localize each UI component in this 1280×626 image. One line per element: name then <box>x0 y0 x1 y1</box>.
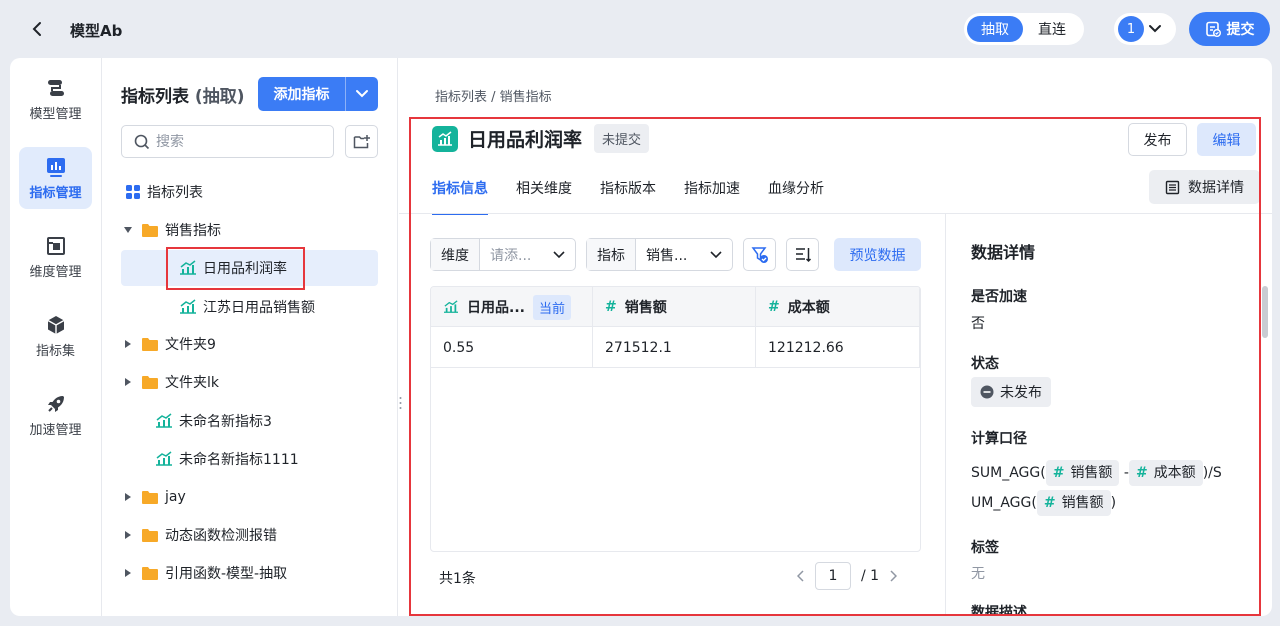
side-nav: 模型管理 指标管理 维度管理 指标集 加速管理 <box>10 58 102 616</box>
tree-item-label: 未命名新指标1111 <box>179 452 299 468</box>
breadcrumb: 指标列表 / 销售指标 <box>435 90 552 105</box>
submit-label: 提交 <box>1226 22 1255 38</box>
scrollbar[interactable] <box>1262 286 1268 338</box>
app-title: 模型Ab <box>70 22 123 40</box>
nav-label: 维度管理 <box>29 264 82 280</box>
metric-chart-icon <box>46 157 65 177</box>
tree-item-label: 江苏日用品销售额 <box>203 300 315 316</box>
add-metric-dropdown[interactable] <box>345 77 378 111</box>
search-icon <box>134 134 150 149</box>
tree-item-metric[interactable]: 未命名新指标3 <box>121 403 378 439</box>
nav-item-metric[interactable]: 指标管理 <box>19 147 92 209</box>
dimension-icon <box>46 236 65 255</box>
folder-icon <box>141 375 159 390</box>
folder-icon <box>141 223 159 238</box>
mode-extract-option[interactable]: 抽取 <box>967 16 1023 42</box>
folder-icon <box>141 490 159 505</box>
folder-icon <box>141 337 159 352</box>
tree-item-metric-list[interactable]: 指标列表 <box>121 174 378 210</box>
tree-item-folder[interactable]: 引用函数-模型-抽取 <box>121 555 378 591</box>
chevron-left-icon <box>32 22 41 36</box>
tree-title: 指标列表 (抽取) <box>121 82 244 107</box>
annotation-box <box>409 117 1261 616</box>
metric-trend-icon <box>155 451 173 467</box>
folder-icon <box>141 528 159 543</box>
caret-right-icon[interactable] <box>121 530 135 540</box>
nav-item-dimension[interactable]: 维度管理 <box>19 226 92 288</box>
nav-label: 指标集 <box>35 343 75 359</box>
back-button[interactable] <box>26 16 48 42</box>
tree-item-folder[interactable]: 文件夹9 <box>121 326 378 362</box>
submit-doc-icon <box>1205 21 1221 37</box>
new-folder-button[interactable] <box>345 125 378 158</box>
tree-item-label: 文件夹9 <box>165 337 216 353</box>
nav-label: 模型管理 <box>29 106 82 122</box>
tree-item-label: jay <box>165 489 186 505</box>
chevron-down-icon <box>1149 25 1161 33</box>
tree-item-label: 销售指标 <box>165 223 221 239</box>
nav-item-metric-set[interactable]: 指标集 <box>19 305 92 367</box>
selection-highlight <box>166 247 305 290</box>
submit-button[interactable]: 提交 <box>1189 12 1270 46</box>
tree-item-label: 未命名新指标3 <box>179 414 272 430</box>
user-badge: 1 <box>1118 16 1144 42</box>
metric-trend-icon <box>155 413 173 429</box>
tree-title-sub: (抽取) <box>194 87 245 107</box>
mode-direct-option[interactable]: 直连 <box>1023 16 1081 42</box>
caret-right-icon[interactable] <box>121 377 135 387</box>
folder-add-icon <box>353 134 370 148</box>
model-icon <box>47 79 64 96</box>
tree-item-folder[interactable]: 销售指标 <box>121 212 378 248</box>
grid-icon <box>125 184 141 200</box>
tree-item-folder[interactable]: jay <box>121 479 378 515</box>
tree-item-label: 文件夹lk <box>165 375 219 391</box>
tree-title-text: 指标列表 <box>121 87 189 107</box>
tree-item-label: 指标列表 <box>147 185 203 201</box>
nav-label: 指标管理 <box>29 185 82 201</box>
tree-item-folder[interactable]: 文件夹lk <box>121 364 378 400</box>
tree-item-folder[interactable]: 动态函数检测报错 <box>121 517 378 553</box>
nav-item-acceleration[interactable]: 加速管理 <box>19 384 92 446</box>
user-menu[interactable]: 1 <box>1114 13 1176 45</box>
add-metric-button[interactable]: 添加指标 <box>258 77 345 111</box>
mode-toggle[interactable]: 抽取 直连 <box>964 13 1084 45</box>
search-input[interactable] <box>156 133 306 150</box>
cube-icon <box>47 315 64 334</box>
caret-right-icon[interactable] <box>121 568 135 578</box>
metric-tree-panel: 指标列表 (抽取) 添加指标 指标列表 销售指标 <box>103 58 398 616</box>
chevron-down-icon <box>356 90 368 98</box>
tree-item-label: 引用函数-模型-抽取 <box>165 566 288 582</box>
metric-trend-icon <box>179 299 197 315</box>
search-box <box>121 125 334 158</box>
rocket-icon <box>47 395 64 412</box>
tree-item-metric[interactable]: 未命名新指标1111 <box>121 441 378 477</box>
add-metric-split-button: 添加指标 <box>258 77 378 111</box>
nav-label: 加速管理 <box>29 422 82 438</box>
caret-right-icon[interactable] <box>121 339 135 349</box>
tree-item-label: 动态函数检测报错 <box>165 528 277 544</box>
folder-icon <box>141 566 159 581</box>
caret-right-icon[interactable] <box>121 492 135 502</box>
tree-item-metric[interactable]: 江苏日用品销售额 <box>121 289 378 325</box>
nav-item-model[interactable]: 模型管理 <box>19 68 92 130</box>
caret-down-icon[interactable] <box>121 226 135 234</box>
